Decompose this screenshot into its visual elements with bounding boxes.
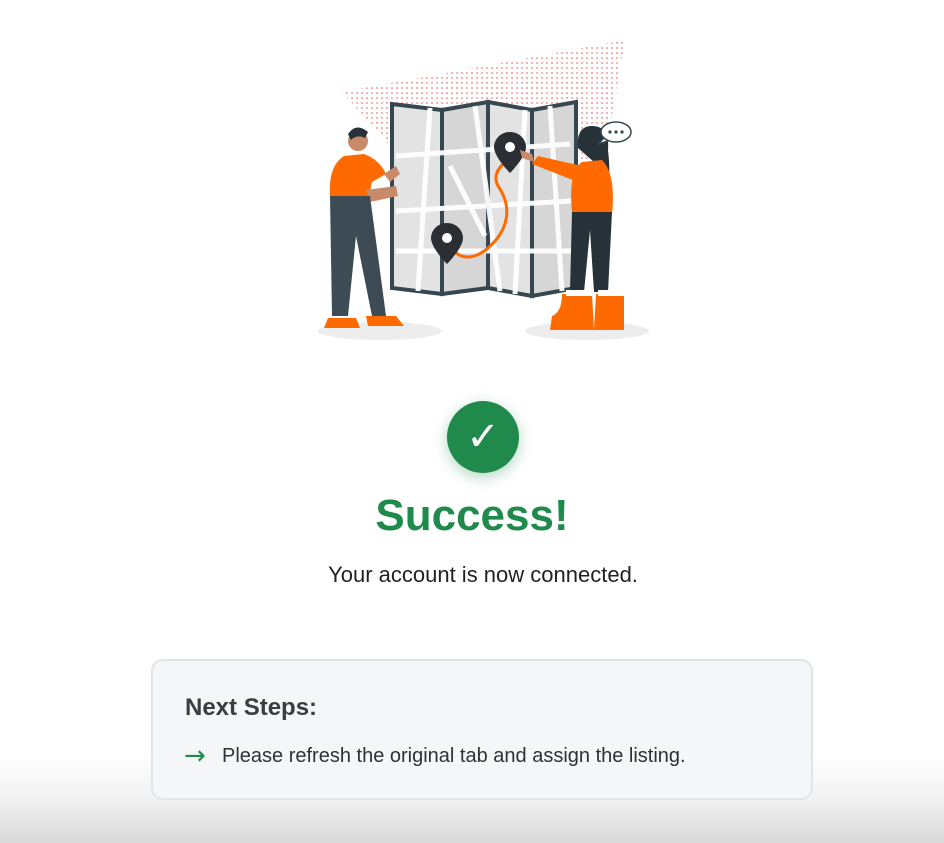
success-page: ✓ Success! Your account is now connected…: [0, 0, 944, 843]
success-title: Success!: [375, 491, 569, 540]
checkmark-icon: ✓: [466, 414, 500, 460]
next-step-item: → Please refresh the original tab and as…: [184, 743, 686, 769]
next-step-text: Please refresh the original tab and assi…: [222, 745, 686, 767]
map-navigation-illustration: [300, 36, 660, 346]
success-check-badge: ✓: [447, 401, 519, 473]
arrow-right-icon: →: [184, 741, 206, 771]
next-steps-title: Next Steps:: [185, 694, 318, 721]
success-message: Your account is now connected.: [328, 562, 638, 587]
next-steps-card: Next Steps: → Please refresh the origina…: [151, 659, 813, 800]
